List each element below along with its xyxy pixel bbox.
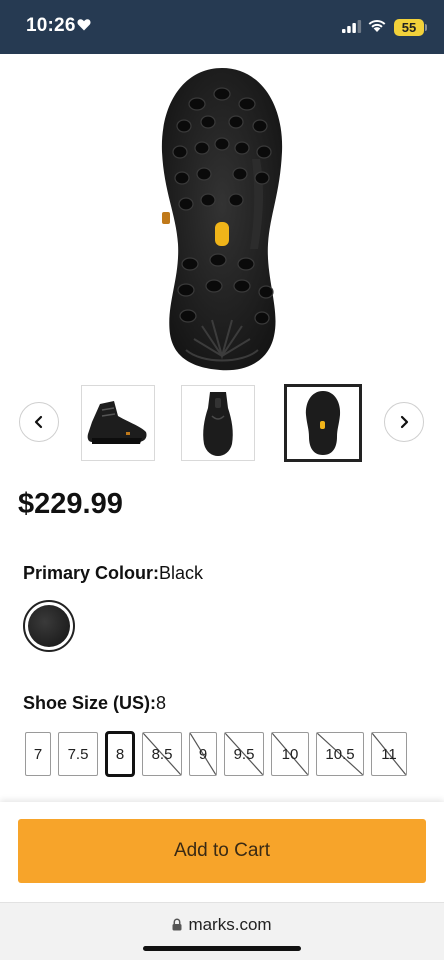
size-label: Shoe Size (US): bbox=[23, 693, 157, 713]
size-option[interactable]: 11 bbox=[371, 732, 407, 776]
cart-bar: Add to Cart bbox=[0, 802, 444, 902]
url-display[interactable]: marks.com bbox=[0, 915, 444, 935]
lock-icon bbox=[172, 918, 182, 931]
size-option[interactable]: 10 bbox=[271, 732, 309, 776]
size-option[interactable]: 9 bbox=[189, 732, 217, 776]
size-option-label: 9.5 bbox=[233, 745, 255, 763]
heart-icon bbox=[77, 19, 91, 31]
status-bar: 10:26 55 bbox=[0, 0, 444, 54]
size-option-label: 9 bbox=[198, 745, 208, 763]
boot-side-image bbox=[87, 401, 147, 444]
size-option-label: 8.5 bbox=[151, 745, 173, 763]
boot-back-image bbox=[203, 392, 233, 456]
battery-nub bbox=[425, 24, 427, 31]
size-option[interactable]: 8 bbox=[105, 731, 135, 777]
size-option-label: 7 bbox=[33, 745, 43, 763]
size-option[interactable]: 8.5 bbox=[142, 732, 182, 776]
add-to-cart-button[interactable]: Add to Cart bbox=[18, 819, 426, 883]
size-option[interactable]: 7 bbox=[25, 732, 51, 776]
size-option-label: 10.5 bbox=[325, 745, 355, 763]
colour-swatch-black[interactable] bbox=[23, 600, 75, 652]
size-option-label: 10 bbox=[281, 745, 299, 763]
home-indicator bbox=[143, 946, 301, 951]
size-selector-label: Shoe Size (US):8 bbox=[23, 693, 166, 714]
chevron-left-icon bbox=[34, 415, 43, 429]
carousel-next-button[interactable] bbox=[384, 402, 424, 442]
size-option[interactable]: 7.5 bbox=[58, 732, 98, 776]
colour-selector-label: Primary Colour:Black bbox=[23, 563, 203, 584]
thumbnail-boot-back[interactable] bbox=[181, 385, 255, 461]
size-option[interactable]: 10.5 bbox=[316, 732, 364, 776]
size-option[interactable]: 9.5 bbox=[224, 732, 264, 776]
product-main-image bbox=[161, 68, 283, 371]
signal-icon bbox=[342, 20, 362, 33]
colour-value: Black bbox=[159, 563, 204, 583]
colour-label: Primary Colour: bbox=[23, 563, 160, 583]
size-option-label: 11 bbox=[381, 745, 397, 763]
battery-icon: 55 bbox=[394, 19, 424, 36]
browser-url-bar[interactable]: marks.com bbox=[0, 902, 444, 960]
wifi-icon bbox=[368, 19, 386, 32]
size-option-label: 7.5 bbox=[67, 745, 89, 763]
size-option-label: 8 bbox=[115, 745, 125, 763]
thumbnail-boot-side[interactable] bbox=[81, 385, 155, 461]
size-value: 8 bbox=[156, 693, 167, 713]
thumbnail-boot-sole[interactable] bbox=[284, 384, 362, 462]
chevron-right-icon bbox=[400, 415, 409, 429]
carousel-prev-button[interactable] bbox=[19, 402, 59, 442]
status-time: 10:26 bbox=[26, 15, 76, 36]
product-price: $229.99 bbox=[18, 488, 123, 520]
boot-sole-image bbox=[305, 391, 341, 455]
swatch-fill bbox=[28, 605, 70, 647]
url-text: marks.com bbox=[188, 915, 272, 934]
